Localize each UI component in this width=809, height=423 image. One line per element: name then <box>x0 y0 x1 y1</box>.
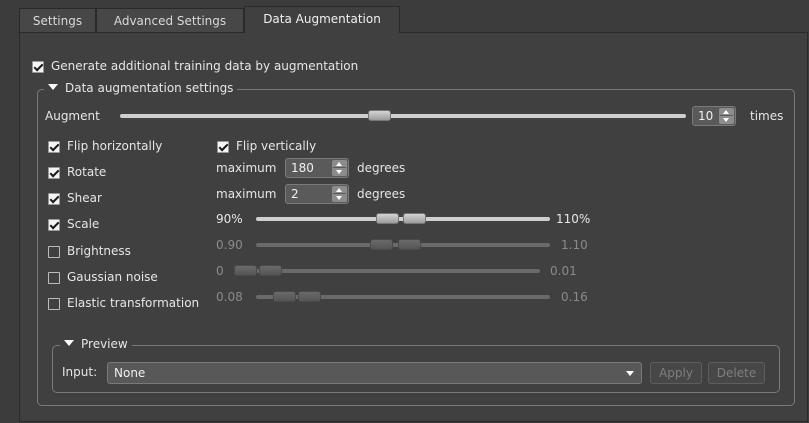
scale-slider-handle-high[interactable] <box>403 213 426 224</box>
scale-checkbox[interactable] <box>48 219 60 231</box>
brightness-max: 1.10 <box>561 238 588 252</box>
elastic-transformation-max: 0.16 <box>561 290 588 304</box>
tab-settings[interactable]: Settings <box>19 8 96 32</box>
input-combobox[interactable]: None <box>107 362 642 384</box>
gaussian-noise-min: 0 <box>216 264 224 278</box>
tab-advanced-settings[interactable]: Advanced Settings <box>96 8 244 32</box>
delete-button[interactable]: Delete <box>708 362 765 384</box>
gaussian-noise-checkbox[interactable] <box>48 272 60 284</box>
elastic-transformation-slider-handle-low[interactable] <box>273 291 296 302</box>
scale-slider-handle-low[interactable] <box>376 213 399 224</box>
rotate-checkbox[interactable] <box>48 167 60 179</box>
apply-button[interactable]: Apply <box>650 362 702 384</box>
shear-unit: degrees <box>357 187 406 201</box>
chevron-down-icon[interactable] <box>626 371 634 376</box>
scale-label: Scale <box>67 217 100 231</box>
augment-unit: times <box>750 109 784 123</box>
gaussian-noise-max: 0.01 <box>550 264 577 278</box>
input-label: Input: <box>62 365 98 379</box>
augment-slider-handle[interactable] <box>368 110 391 121</box>
brightness-checkbox[interactable] <box>48 246 60 258</box>
rotate-label: Rotate <box>67 165 107 179</box>
flip-vertically-checkbox[interactable] <box>217 141 229 153</box>
spin-arrows-icon[interactable] <box>719 108 734 124</box>
brightness-label: Brightness <box>67 244 131 258</box>
collapse-triangle-icon[interactable] <box>48 84 58 90</box>
generate-checkbox[interactable] <box>32 61 44 73</box>
shear-value: 2 <box>291 187 299 201</box>
shear-label: Shear <box>67 191 102 205</box>
generate-label: Generate additional training data by aug… <box>51 59 359 73</box>
spin-arrows-icon[interactable] <box>332 186 347 202</box>
collapse-triangle-icon[interactable] <box>64 340 74 346</box>
brightness-slider-handle-high[interactable] <box>398 239 421 250</box>
rotate-spinbox[interactable]: 180 <box>285 158 349 178</box>
elastic-transformation-slider-handle-high[interactable] <box>298 291 321 302</box>
augmentation-settings-title: Data augmentation settings <box>65 81 234 95</box>
brightness-min: 0.90 <box>216 238 243 252</box>
preview-header[interactable]: Preview <box>60 337 132 351</box>
flip-horizontally-checkbox[interactable] <box>48 141 60 153</box>
rotate-unit: degrees <box>357 161 406 175</box>
scale-min: 90% <box>216 212 243 226</box>
tab-data-augmentation[interactable]: Data Augmentation <box>244 6 400 33</box>
scale-max: 110% <box>556 212 591 226</box>
augment-label: Augment <box>45 109 100 123</box>
rotate-value: 180 <box>291 161 314 175</box>
flip-vertically-label: Flip vertically <box>236 139 317 153</box>
rotate-prefix: maximum <box>216 161 277 175</box>
augment-slider-track[interactable] <box>120 114 686 118</box>
gaussian-noise-slider-handle-low[interactable] <box>234 265 257 276</box>
shear-prefix: maximum <box>216 187 277 201</box>
shear-checkbox[interactable] <box>48 193 60 205</box>
augment-value: 10 <box>698 109 714 123</box>
elastic-transformation-min: 0.08 <box>216 290 243 304</box>
elastic-transformation-checkbox[interactable] <box>48 298 60 310</box>
input-value: None <box>114 366 146 380</box>
preview-title: Preview <box>81 337 128 351</box>
flip-horizontally-label: Flip horizontally <box>67 139 163 153</box>
shear-spinbox[interactable]: 2 <box>285 184 349 204</box>
brightness-slider-handle-low[interactable] <box>370 239 393 250</box>
spin-arrows-icon[interactable] <box>332 160 347 176</box>
gaussian-noise-slider-handle-high[interactable] <box>259 265 282 276</box>
augmentation-settings-header[interactable]: Data augmentation settings <box>44 81 238 95</box>
augment-spinbox[interactable]: 10 <box>692 106 736 126</box>
gaussian-noise-label: Gaussian noise <box>67 270 158 284</box>
elastic-transformation-label: Elastic transformation <box>67 296 200 310</box>
